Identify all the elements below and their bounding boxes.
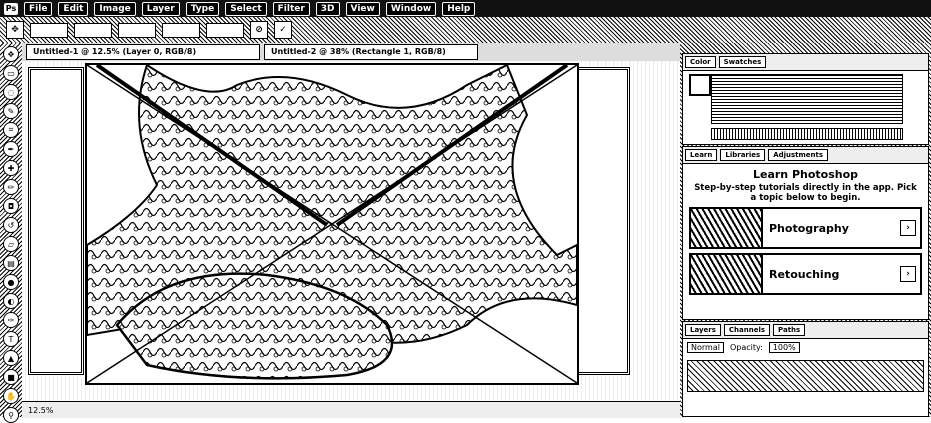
dodge-tool-icon[interactable]: ◐ — [3, 293, 19, 309]
retouching-thumbnail — [691, 255, 763, 293]
tool-preset-picker[interactable]: ✥ — [6, 21, 24, 39]
color-slider[interactable] — [711, 128, 903, 140]
learn-card-retouching-label: Retouching — [769, 267, 840, 281]
color-spectrum[interactable] — [711, 74, 903, 124]
shape-tool-icon[interactable]: ■ — [3, 369, 19, 385]
document-tab-1[interactable]: Untitled-1 @ 12.5% (Layer 0, RGB/8) — [26, 44, 260, 60]
document-tab-1-title: Untitled-1 @ 12.5% (Layer 0, RGB/8) — [33, 47, 197, 56]
document-tab-2-title: Untitled-2 @ 38% (Rectangle 1, RGB/8) — [271, 47, 446, 56]
layers-panel: Layers Channels Paths Normal Opacity: 10… — [682, 321, 929, 417]
blend-mode-select[interactable]: Normal — [687, 342, 724, 353]
photography-thumbnail — [691, 209, 763, 247]
tab-channels[interactable]: Channels — [723, 324, 771, 336]
x-field[interactable] — [118, 22, 156, 38]
opacity-input[interactable]: 100% — [768, 342, 800, 353]
document-canvas[interactable] — [22, 61, 680, 401]
menu-type[interactable]: Type — [185, 1, 220, 16]
tools-panel: ✥ ▭ ◌ ✎ ⌗ ✒ ✚ ✏ ◘ ↺ ▱ ▤ ● ◐ ✑ T ▲ ■ ✋ ⚲ — [0, 43, 23, 423]
tab-color[interactable]: Color — [685, 56, 716, 68]
commit-transform-button[interactable]: ✓ — [274, 21, 292, 39]
width-field[interactable] — [30, 22, 68, 38]
menu-image[interactable]: Image — [94, 1, 136, 16]
right-white-rectangle — [574, 67, 630, 375]
color-panel: Color Swatches — [682, 53, 929, 145]
learn-card-photography-label: Photography — [769, 221, 849, 235]
zoom-level[interactable]: 12.5% — [28, 406, 53, 415]
learn-card-retouching[interactable]: Retouching › — [689, 253, 922, 295]
lasso-tool-icon[interactable]: ◌ — [3, 84, 19, 100]
opacity-label: Opacity: — [729, 343, 763, 352]
layer-row[interactable] — [687, 360, 924, 392]
menu-edit[interactable]: Edit — [58, 1, 89, 16]
menu-layer[interactable]: Layer — [141, 1, 180, 16]
tab-paths[interactable]: Paths — [773, 324, 806, 336]
tab-swatches[interactable]: Swatches — [718, 56, 767, 68]
blur-tool-icon[interactable]: ● — [3, 274, 19, 290]
stamp-tool-icon[interactable]: ◘ — [3, 198, 19, 214]
path-select-tool-icon[interactable]: ▲ — [3, 350, 19, 366]
tab-libraries[interactable]: Libraries — [720, 149, 766, 161]
status-bar: 12.5% — [22, 401, 686, 418]
right-panel-dock: Color Swatches Learn Libraries Adjustmen… — [680, 43, 931, 417]
document-tab-2[interactable]: Untitled-2 @ 38% (Rectangle 1, RGB/8) — [264, 44, 478, 60]
cancel-transform-button[interactable]: ⊘ — [250, 21, 268, 39]
y-field[interactable] — [162, 22, 200, 38]
artwork-graphic — [86, 63, 578, 384]
chevron-right-icon: › — [900, 220, 916, 236]
chevron-right-icon: › — [900, 266, 916, 282]
pen-tool-icon[interactable]: ✑ — [3, 312, 19, 328]
zoom-tool-icon[interactable]: ⚲ — [3, 407, 19, 423]
document-tabs: Untitled-1 @ 12.5% (Layer 0, RGB/8) Unti… — [22, 43, 680, 62]
learn-card-photography[interactable]: Photography › — [689, 207, 922, 249]
type-tool-icon[interactable]: T — [3, 331, 19, 347]
menu-file[interactable]: File — [24, 1, 53, 16]
angle-field[interactable] — [206, 22, 244, 38]
foreground-color-swatch[interactable] — [689, 74, 711, 96]
history-brush-tool-icon[interactable]: ↺ — [3, 217, 19, 233]
quick-select-tool-icon[interactable]: ✎ — [3, 103, 19, 119]
move-tool-icon[interactable]: ✥ — [3, 46, 19, 62]
menu-bar: Ps File Edit Image Layer Type Select Fil… — [0, 0, 931, 17]
eraser-tool-icon[interactable]: ▱ — [3, 236, 19, 252]
tab-learn[interactable]: Learn — [685, 149, 718, 161]
learn-title: Learn Photoshop — [752, 168, 859, 181]
eyedropper-tool-icon[interactable]: ✒ — [3, 141, 19, 157]
tab-layers[interactable]: Layers — [685, 324, 721, 336]
options-bar: ✥ ⊘ ✓ — [0, 17, 931, 44]
menu-window[interactable]: Window — [385, 1, 437, 16]
learn-description: Step-by-step tutorials directly in the a… — [694, 183, 917, 203]
gradient-tool-icon[interactable]: ▤ — [3, 255, 19, 271]
brush-tool-icon[interactable]: ✏ — [3, 179, 19, 195]
menu-3d[interactable]: 3D — [315, 1, 340, 16]
menu-view[interactable]: View — [345, 1, 380, 16]
menu-filter[interactable]: Filter — [272, 1, 310, 16]
marquee-tool-icon[interactable]: ▭ — [3, 65, 19, 81]
hand-tool-icon[interactable]: ✋ — [3, 388, 19, 404]
healing-tool-icon[interactable]: ✚ — [3, 160, 19, 176]
crop-tool-icon[interactable]: ⌗ — [3, 122, 19, 138]
height-field[interactable] — [74, 22, 112, 38]
tab-adjustments[interactable]: Adjustments — [768, 149, 829, 161]
menu-select[interactable]: Select — [225, 1, 267, 16]
app-logo: Ps — [4, 2, 18, 15]
menu-help[interactable]: Help — [442, 1, 476, 16]
left-white-rectangle — [28, 67, 84, 375]
learn-panel: Learn Libraries Adjustments Learn Photos… — [682, 146, 929, 320]
artwork-image[interactable] — [85, 63, 579, 385]
